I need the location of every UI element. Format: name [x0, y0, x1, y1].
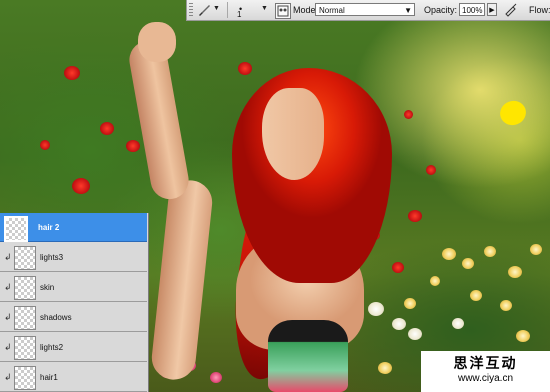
red-flower	[126, 140, 140, 152]
white-flower	[452, 318, 464, 329]
watermark-url: www.ciya.cn	[457, 373, 513, 384]
hand	[138, 22, 176, 62]
mode-select[interactable]: Normal ▼	[315, 3, 415, 16]
clipping-arrow-icon: ↲	[4, 312, 12, 322]
watermark-chinese: 思洋互动	[453, 356, 518, 372]
yellow-flower	[484, 246, 496, 257]
clipping-arrow-icon: ↲	[4, 372, 12, 382]
clipping-arrow-icon: ↲	[4, 282, 12, 292]
clipping-arrow-icon: ↲	[4, 252, 12, 262]
chevron-down-icon: ▼	[404, 6, 412, 15]
yellow-flower	[378, 362, 392, 374]
opacity-slider-button[interactable]: ▶	[487, 3, 497, 16]
red-flower	[100, 122, 114, 135]
layer-row-lights3[interactable]: ↲ lights3	[0, 243, 147, 272]
layer-thumbnail	[14, 336, 36, 360]
clipping-arrow-icon: ↲	[4, 342, 12, 352]
red-flower	[408, 210, 422, 222]
red-flower	[392, 262, 404, 273]
brush-icon[interactable]	[197, 3, 211, 17]
layers-panel: hair 2 ↲ lights3 ↲ skin ↲ shadows ↲ ligh…	[0, 213, 149, 392]
red-flower	[404, 110, 413, 119]
chevron-down-icon: ▼	[261, 5, 268, 12]
yellow-flower	[442, 248, 456, 260]
layer-row-lights2[interactable]: ↲ lights2	[0, 333, 147, 362]
yellow-flower	[470, 290, 482, 301]
red-flower	[64, 66, 80, 80]
layer-thumbnail	[14, 306, 36, 330]
layer-row-hair1[interactable]: ↲ hair1	[0, 363, 147, 392]
layer-name: skin	[40, 283, 55, 292]
layer-thumbnail	[14, 366, 36, 390]
sun-marker	[496, 97, 530, 129]
flow-label: Flow:	[529, 5, 550, 15]
yellow-flower	[530, 244, 542, 255]
options-bar: ▼ • 1 ▼ Mode: Normal ▼ Opacity: 100% ▶ F…	[186, 0, 550, 21]
chevron-down-icon[interactable]: ▼	[213, 5, 220, 12]
mode-value: Normal	[319, 6, 345, 15]
layer-thumbnail	[14, 276, 36, 300]
white-flower	[408, 328, 422, 340]
pink-flower	[210, 372, 222, 383]
opacity-label: Opacity:	[424, 5, 458, 15]
red-flower	[426, 165, 436, 175]
toggle-brushes-panel-button[interactable]	[275, 3, 291, 19]
yellow-flower	[462, 258, 474, 269]
divider	[227, 2, 228, 18]
face	[262, 88, 324, 180]
airbrush-icon[interactable]	[503, 3, 519, 17]
red-flower	[72, 178, 90, 194]
yellow-flower	[508, 266, 522, 278]
layer-thumbnail	[4, 216, 28, 242]
upper-arm	[149, 178, 215, 382]
layer-name: lights3	[40, 253, 64, 262]
watermark: 思洋互动 www.ciya.cn	[421, 351, 550, 392]
layer-row-shadows[interactable]: ↲ shadows	[0, 303, 147, 332]
layer-row-skin[interactable]: ↲ skin	[0, 273, 147, 302]
dress	[268, 320, 348, 392]
opacity-input[interactable]: 100%	[459, 3, 485, 16]
layer-name: lights2	[40, 343, 64, 352]
grip-handle[interactable]	[189, 3, 193, 17]
yellow-flower	[404, 298, 416, 309]
brush-size: 1	[237, 10, 242, 19]
brush-preset-picker[interactable]: • 1 ▼	[235, 2, 269, 19]
red-flower	[40, 140, 50, 150]
white-flower	[368, 302, 384, 316]
yellow-flower	[516, 330, 530, 342]
layer-name: hair1	[40, 373, 58, 382]
forearm	[126, 37, 192, 203]
layer-name: shadows	[40, 313, 72, 322]
yellow-flower	[500, 300, 512, 311]
layer-row-hair-2[interactable]: hair 2	[0, 213, 147, 242]
layer-name: hair 2	[38, 223, 60, 232]
red-flower	[238, 62, 252, 75]
layer-thumbnail	[14, 246, 36, 270]
white-flower	[392, 318, 406, 330]
yellow-flower	[430, 276, 440, 286]
